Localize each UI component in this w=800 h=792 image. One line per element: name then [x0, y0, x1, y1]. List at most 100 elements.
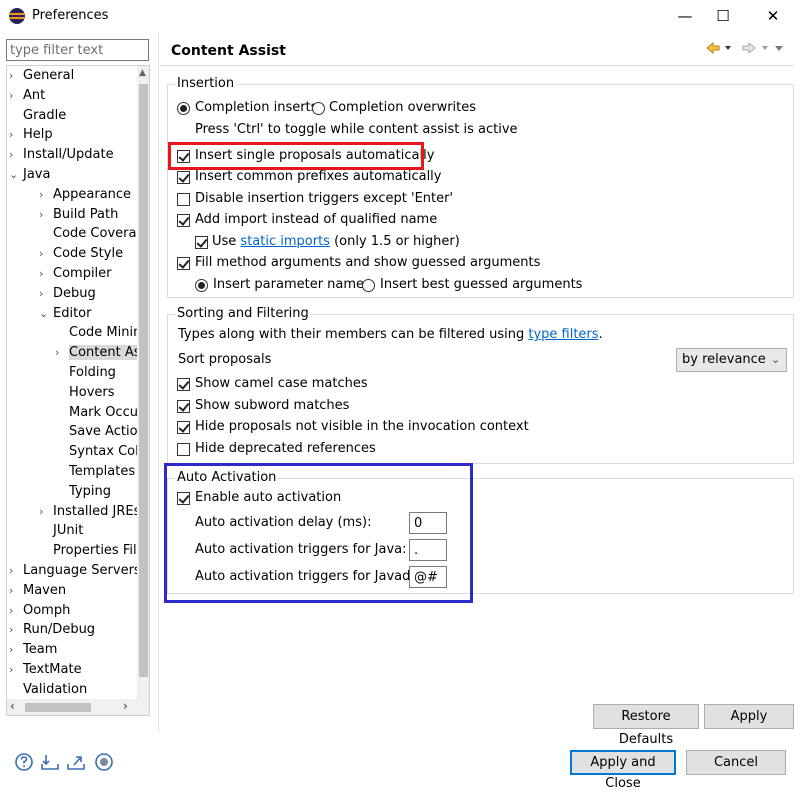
tree-item[interactable]: › Debug [39, 284, 96, 304]
collapsed-chevron-icon[interactable]: › [39, 284, 53, 304]
collapsed-chevron-icon[interactable]: › [9, 145, 23, 165]
tree-item[interactable]: › Run/Debug [9, 620, 95, 640]
scroll-right-icon[interactable]: › [123, 699, 128, 713]
tree-item[interactable]: Templates [55, 462, 135, 482]
vertical-scroll-thumb[interactable] [139, 84, 148, 677]
collapsed-chevron-icon[interactable]: › [39, 185, 53, 205]
back-menu-chevron-icon[interactable] [725, 46, 731, 50]
forward-arrow-icon[interactable] [742, 41, 756, 55]
export-icon[interactable] [66, 752, 86, 772]
tree-item[interactable]: Mark Occur [55, 403, 143, 423]
record-icon[interactable] [94, 752, 114, 772]
collapsed-chevron-icon[interactable]: › [9, 640, 23, 660]
tree-item[interactable]: › Maven [9, 581, 66, 601]
apply-and-close-button[interactable]: Apply and Close [570, 750, 676, 791]
tree-item[interactable]: Syntax Colo [55, 442, 147, 462]
hide-deprecated-checkbox[interactable] [177, 443, 190, 456]
scroll-up-icon[interactable]: ▲ [139, 68, 146, 78]
tree-item[interactable]: Save Action [55, 422, 146, 442]
window-title: Preferences [32, 8, 109, 23]
tree-item[interactable]: › Compiler [39, 264, 112, 284]
tree-item[interactable]: › Ant [9, 86, 45, 106]
tree-item[interactable]: › Language Servers [9, 561, 141, 581]
subword-label: Show subword matches [195, 398, 350, 413]
tree-item[interactable]: › Content Ass [55, 343, 148, 363]
tree-item[interactable]: › Oomph [9, 601, 70, 621]
horizontal-scrollbar[interactable]: ‹ › [7, 699, 149, 715]
cancel-button[interactable]: Cancel [686, 750, 786, 775]
sort-proposals-select[interactable]: by relevance ⌄ [676, 348, 787, 372]
view-menu-icon[interactable] [775, 46, 783, 51]
collapsed-chevron-icon[interactable]: › [9, 86, 23, 106]
tree-item[interactable]: Typing [55, 482, 111, 502]
collapsed-chevron-icon[interactable]: › [9, 581, 23, 601]
collapsed-chevron-icon[interactable]: › [39, 205, 53, 225]
collapsed-chevron-icon[interactable]: › [39, 264, 53, 284]
tree-item-label: General [23, 68, 75, 83]
insert-parameter-names-radio[interactable] [195, 279, 208, 292]
horizontal-scroll-thumb[interactable] [25, 703, 91, 712]
tree-item[interactable]: ⌄ Editor [39, 304, 91, 324]
insert-prefixes-checkbox[interactable] [177, 171, 190, 184]
close-button[interactable]: ✕ [750, 0, 796, 32]
collapsed-chevron-icon[interactable]: › [9, 620, 23, 640]
maximize-button[interactable]: ☐ [700, 0, 746, 32]
tree-item[interactable]: › Appearance [39, 185, 131, 205]
collapsed-chevron-icon[interactable]: › [9, 561, 23, 581]
tree-item[interactable]: › Code Style [39, 244, 123, 264]
tree-item-label: Hovers [69, 384, 115, 400]
tree-item-label: Syntax Colo [69, 444, 147, 460]
tree-item[interactable]: › Build Path [39, 205, 118, 225]
tree-item[interactable]: › TextMate [9, 660, 82, 680]
tree-item[interactable]: › General [9, 66, 74, 86]
tree-item[interactable]: › Installed JREs [39, 502, 140, 522]
tree-item[interactable]: Properties Files [39, 541, 149, 561]
static-imports-link[interactable]: static imports [240, 234, 330, 249]
filter-input[interactable] [6, 39, 149, 61]
camel-case-checkbox[interactable] [177, 378, 190, 391]
add-import-checkbox[interactable] [177, 214, 190, 227]
collapsed-chevron-icon[interactable]: › [39, 502, 53, 522]
vertical-scrollbar[interactable]: ▲ [137, 66, 149, 699]
tree-item-label: JUnit [53, 523, 84, 539]
tree-item[interactable]: › Help [9, 125, 53, 145]
expanded-chevron-icon[interactable]: ⌄ [9, 165, 23, 185]
collapsed-chevron-icon[interactable]: › [9, 660, 23, 680]
insert-best-guessed-radio[interactable] [362, 279, 375, 292]
tree-item[interactable]: Folding [55, 363, 116, 383]
use-static-imports-checkbox[interactable] [195, 236, 208, 249]
tree-item[interactable]: JUnit [39, 521, 83, 541]
type-filters-link[interactable]: type filters [528, 327, 598, 342]
red-highlight-box [168, 142, 424, 170]
fill-arguments-checkbox[interactable] [177, 257, 190, 270]
collapsed-chevron-icon[interactable]: › [9, 125, 23, 145]
tree-item[interactable]: Code Minin [55, 323, 141, 343]
sash-divider[interactable] [158, 32, 159, 732]
tree-item[interactable]: › Install/Update [9, 145, 114, 165]
collapsed-chevron-icon[interactable]: › [9, 601, 23, 621]
collapsed-chevron-icon[interactable]: › [39, 244, 53, 264]
forward-menu-chevron-icon[interactable] [762, 46, 768, 50]
tree-item[interactable]: Code Coverage [39, 224, 149, 244]
hide-invisible-checkbox[interactable] [177, 421, 190, 434]
restore-defaults-button[interactable]: Restore Defaults [593, 704, 699, 747]
expanded-chevron-icon[interactable]: ⌄ [39, 304, 53, 324]
add-import-label: Add import instead of qualified name [195, 212, 438, 227]
tree-item[interactable]: Validation [9, 680, 87, 700]
disable-triggers-checkbox[interactable] [177, 193, 190, 206]
tree-item-label: Content Ass [69, 345, 148, 361]
tree-item[interactable]: ⌄ Java [9, 165, 50, 185]
import-icon[interactable] [40, 752, 60, 772]
tree-item[interactable]: Hovers [55, 383, 115, 403]
tree-item[interactable]: › Team [9, 640, 57, 660]
back-arrow-icon[interactable] [706, 41, 720, 55]
subword-checkbox[interactable] [177, 400, 190, 413]
help-icon[interactable] [14, 752, 34, 772]
scroll-left-icon[interactable]: ‹ [10, 699, 15, 713]
tree-item[interactable]: Gradle [9, 106, 66, 126]
collapsed-chevron-icon[interactable]: › [55, 343, 69, 363]
completion-overwrites-radio[interactable] [312, 102, 325, 115]
collapsed-chevron-icon[interactable]: › [9, 66, 23, 86]
completion-inserts-radio[interactable] [177, 102, 190, 115]
apply-button[interactable]: Apply [704, 704, 794, 729]
